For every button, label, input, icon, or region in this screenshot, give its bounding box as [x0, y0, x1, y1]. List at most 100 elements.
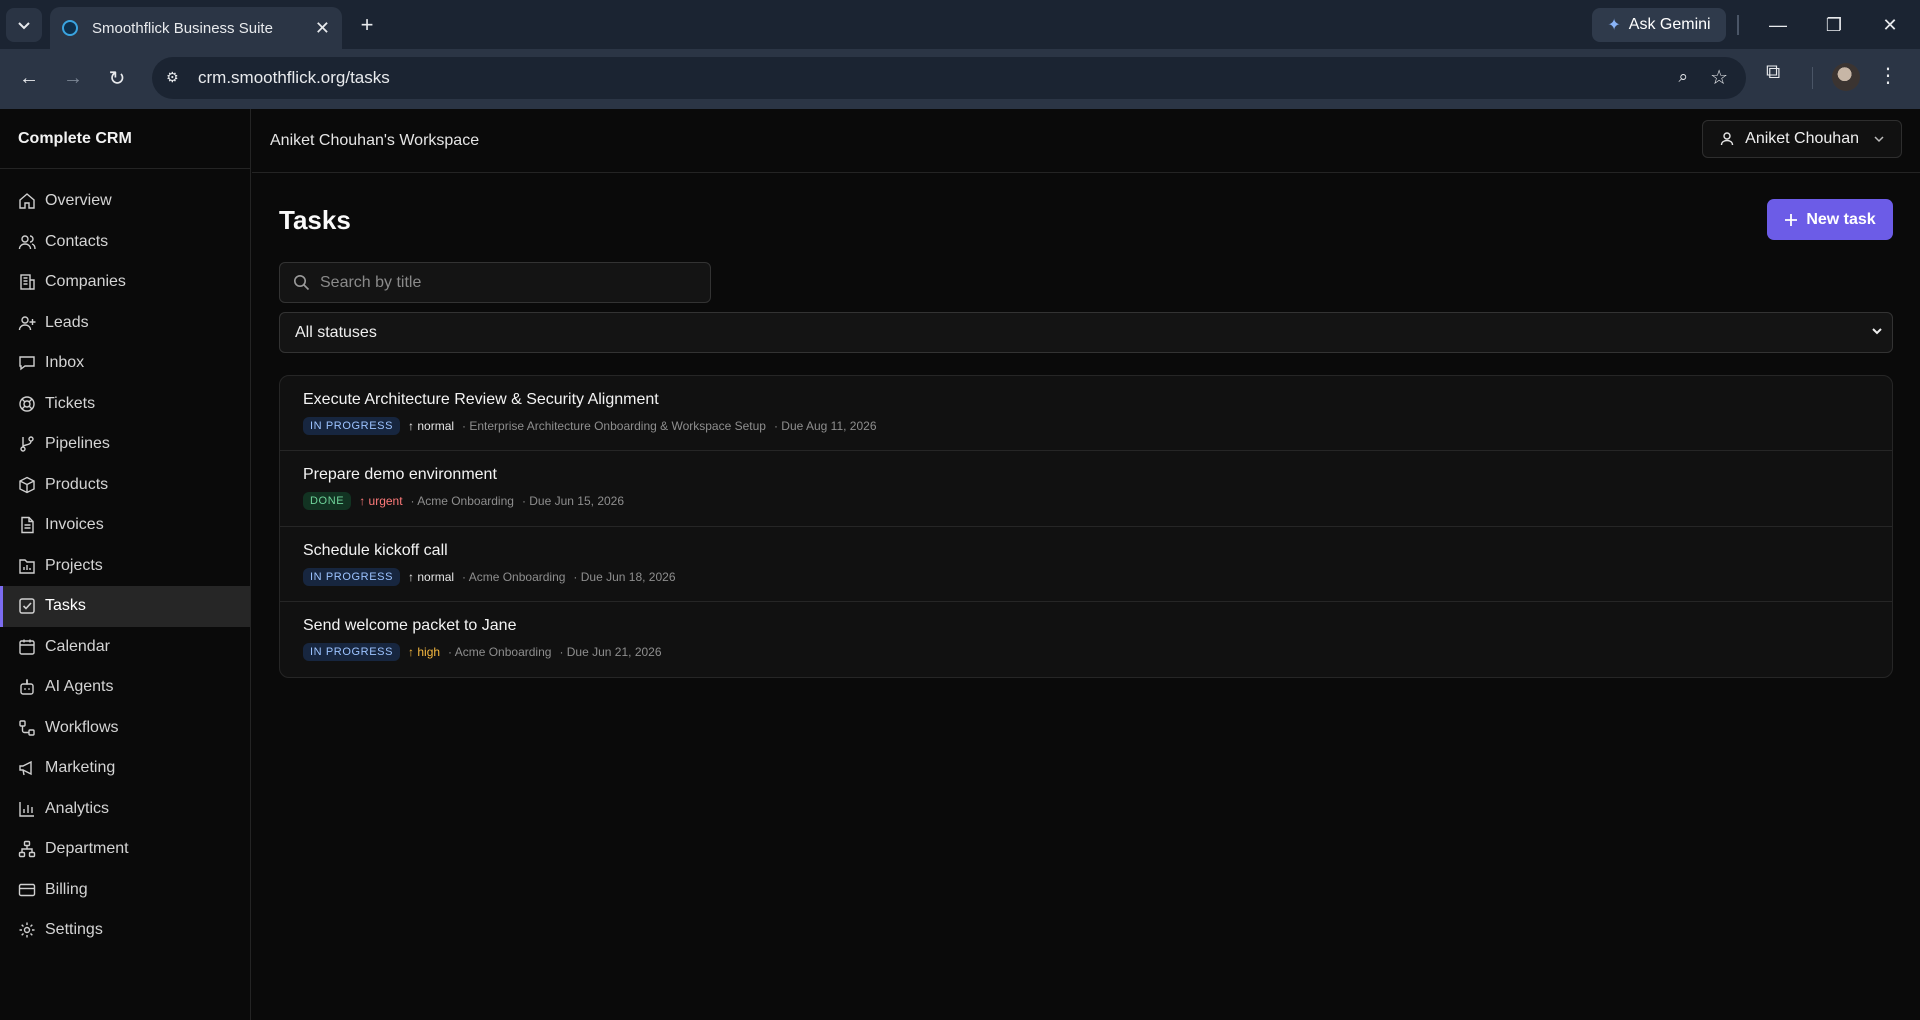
user-icon: [1720, 132, 1734, 146]
network-icon: [18, 840, 36, 858]
workspace-header: Aniket Chouhan's Workspace Aniket Chouha…: [252, 109, 1920, 173]
sidebar-item-label: Leads: [45, 313, 89, 331]
sidebar-item-overview[interactable]: Overview: [0, 181, 250, 222]
sidebar-item-companies[interactable]: Companies: [0, 262, 250, 303]
reload-button[interactable]: ↻: [100, 61, 134, 95]
bot-icon: [18, 678, 36, 696]
user-name: Aniket Chouhan: [1745, 130, 1859, 147]
sidebar-item-projects[interactable]: Projects: [0, 546, 250, 587]
page-title: Tasks: [279, 205, 351, 235]
building-icon: [18, 273, 36, 291]
sidebar-item-tasks[interactable]: Tasks: [0, 586, 250, 627]
task-list: Execute Architecture Review & Security A…: [279, 375, 1893, 678]
back-button[interactable]: ←: [12, 61, 46, 95]
task-title[interactable]: Send welcome packet to Jane: [303, 617, 1892, 635]
search-input[interactable]: [320, 273, 710, 292]
chevron-down-icon: [1874, 136, 1884, 143]
sidebar-item-leads[interactable]: Leads: [0, 303, 250, 344]
ask-gemini-button[interactable]: ✦ Ask Gemini: [1592, 8, 1726, 42]
sidebar-item-pipelines[interactable]: Pipelines: [0, 424, 250, 465]
sidebar-item-label: Projects: [45, 556, 103, 574]
megaphone-icon: [18, 759, 36, 777]
sidebar-item-billing[interactable]: Billing: [0, 870, 250, 911]
search-icon: [294, 275, 310, 291]
sidebar-item-label: Overview: [45, 192, 112, 210]
sidebar: Complete CRM Overview Contacts Companies Le…: [0, 109, 251, 1020]
sidebar-item-analytics[interactable]: Analytics: [0, 789, 250, 830]
tab-search-button[interactable]: [6, 8, 42, 42]
new-task-button[interactable]: New task: [1767, 199, 1893, 240]
sidebar-item-contacts[interactable]: Contacts: [0, 222, 250, 263]
task-title[interactable]: Schedule kickoff call: [303, 542, 1892, 560]
home-icon: [18, 192, 36, 210]
task-row[interactable]: Execute Architecture Review & Security A…: [280, 376, 1892, 452]
status-badge: IN PROGRESS: [303, 642, 401, 661]
status-filter-select[interactable]: All statuses: [279, 312, 1893, 353]
folder-chart-icon: [18, 557, 36, 575]
sidebar-item-inbox[interactable]: Inbox: [0, 343, 250, 384]
calendar-icon: [18, 638, 36, 656]
forward-button[interactable]: →: [56, 61, 90, 95]
minimize-button[interactable]: —: [1760, 10, 1796, 40]
sidebar-item-workflows[interactable]: Workflows: [0, 708, 250, 749]
user-plus-icon: [18, 314, 36, 332]
bookmark-star-icon[interactable]: ☆: [1710, 65, 1728, 90]
sidebar-item-department[interactable]: Department: [0, 829, 250, 870]
sidebar-item-marketing[interactable]: Marketing: [0, 748, 250, 789]
status-badge: IN PROGRESS: [303, 417, 401, 435]
workflow-icon: [18, 719, 36, 737]
file-text-icon: [18, 516, 36, 534]
project-name: · Acme Onboarding: [448, 644, 552, 659]
sidebar-item-ai-agents[interactable]: AI Agents: [0, 667, 250, 708]
url-text: crm.smoothflick.org/tasks: [198, 68, 390, 87]
gear-icon: [18, 921, 36, 939]
sidebar-nav: Overview Contacts Companies Leads Inbox Ticke…: [0, 169, 250, 951]
task-row[interactable]: Prepare demo environment DONE ↑ urgent · Ac…: [280, 451, 1892, 527]
new-tab-button[interactable]: +: [352, 10, 382, 40]
site-info-icon[interactable]: ⚙: [166, 69, 179, 86]
project-name: · Enterprise Architecture Onboarding & W…: [462, 419, 766, 433]
task-meta: IN PROGRESS ↑ high · Acme Onboarding · Due …: [303, 642, 1892, 661]
task-meta: IN PROGRESS ↑ normal · Enterprise Architec…: [303, 417, 1892, 435]
browser-menu-icon[interactable]: ⋮: [1878, 63, 1898, 88]
ask-gemini-label: Ask Gemini: [1628, 16, 1711, 33]
task-title[interactable]: Prepare demo environment: [303, 466, 1892, 484]
restore-button[interactable]: ❐: [1816, 10, 1852, 40]
close-window-button[interactable]: ✕: [1872, 10, 1908, 40]
tab-title: Smoothflick Business Suite: [92, 19, 273, 37]
due-date: · Due Jun 18, 2026: [573, 569, 676, 584]
sidebar-item-label: Products: [45, 475, 109, 493]
browser-tab-bar: Smoothflick Business Suite ✕ + ✦ Ask Gem…: [0, 0, 1920, 49]
task-title[interactable]: Execute Architecture Review & Security A…: [303, 391, 1892, 409]
browser-tab[interactable]: Smoothflick Business Suite ✕: [50, 7, 342, 49]
divider: [1812, 67, 1813, 89]
sidebar-item-label: AI Agents: [45, 678, 114, 696]
sidebar-item-products[interactable]: Products: [0, 465, 250, 506]
priority-label: ↑ normal: [408, 419, 455, 433]
sidebar-item-invoices[interactable]: Invoices: [0, 505, 250, 546]
sidebar-item-label: Contacts: [45, 232, 109, 250]
sidebar-item-calendar[interactable]: Calendar: [0, 627, 250, 668]
new-task-label: New task: [1806, 210, 1876, 228]
status-badge: DONE: [303, 492, 352, 511]
extensions-icon[interactable]: ⧉: [1766, 61, 1780, 84]
chevron-down-icon: [1872, 328, 1882, 335]
task-row[interactable]: Send welcome packet to Jane IN PROGRESS ↑ …: [280, 602, 1892, 677]
sidebar-item-label: Calendar: [45, 637, 110, 655]
zoom-icon[interactable]: ⌕: [1678, 67, 1688, 87]
sidebar-item-tickets[interactable]: Tickets: [0, 384, 250, 425]
sidebar-item-label: Marketing: [45, 759, 116, 777]
project-name: · Acme Onboarding: [410, 494, 514, 509]
close-tab-icon[interactable]: ✕: [315, 18, 330, 39]
sidebar-item-settings[interactable]: Settings: [0, 910, 250, 951]
workspace-name: Aniket Chouhan's Workspace: [270, 131, 480, 149]
sidebar-item-label: Pipelines: [45, 435, 110, 453]
user-menu-button[interactable]: Aniket Chouhan: [1702, 120, 1902, 158]
address-bar[interactable]: ⚙ crm.smoothflick.org/tasks ⌕ ☆: [152, 57, 1746, 99]
task-meta: DONE ↑ urgent · Acme Onboarding · Due Jun 1…: [303, 492, 1892, 511]
due-date: · Due Aug 11, 2026: [773, 419, 877, 433]
sidebar-item-label: Invoices: [45, 516, 104, 534]
status-badge: IN PROGRESS: [303, 567, 401, 586]
task-row[interactable]: Schedule kickoff call IN PROGRESS ↑ normal…: [280, 527, 1892, 602]
profile-avatar[interactable]: [1832, 63, 1860, 91]
